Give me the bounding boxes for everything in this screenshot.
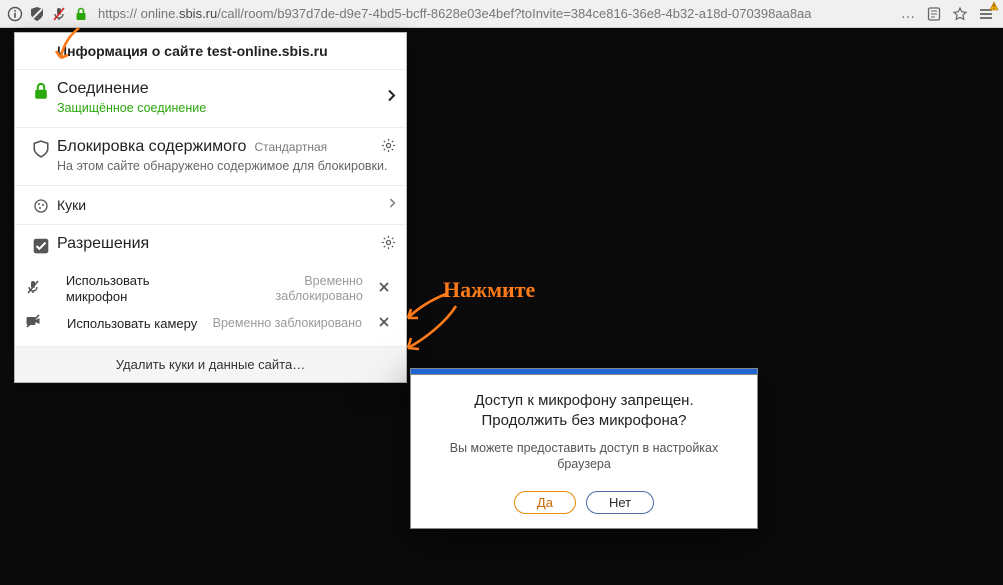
lock-icon[interactable] [70,3,92,25]
chrome-icons-right: … [891,3,1003,25]
permissions-icon [25,235,57,255]
dialog-message: Вы можете предоставить доступ в настройк… [431,440,737,474]
permission-cam-state: Временно заблокировано [213,316,362,331]
gear-icon[interactable] [381,235,396,255]
clear-site-data-button[interactable]: Удалить куки и данные сайта… [15,346,406,382]
permission-cam-name: Использовать камеру [67,316,197,332]
url-path: /call/room/b937d7de-d9e7-4bd5-bcff-8628e… [217,6,811,21]
permission-camera: Использовать камеру Временно заблокирова… [15,309,406,338]
mic-blocked-icon[interactable] [48,3,70,25]
cookies-title: Куки [57,197,394,213]
panel-header-row: Информация о сайте test-online.sbis.ru [15,33,406,69]
permissions-header-row: Разрешения [15,224,406,265]
site-info-panel: Информация о сайте test-online.sbis.ru С… [14,32,407,383]
dialog-yes-button[interactable]: Да [514,491,576,514]
dialog-no-button[interactable]: Нет [586,491,654,514]
content-blocking-desc: На этом сайте обнаружено содержимое для … [57,158,394,175]
url-host: sbis.ru [179,6,217,21]
panel-title: Информация о сайте test-online.sbis.ru [57,43,394,59]
permission-mic-state: Временно заблокировано [219,274,363,304]
arrow-icon [402,288,452,328]
cookies-row[interactable]: Куки [15,185,406,224]
annotation-text: Нажмите [443,277,535,303]
clear-mic-button[interactable] [373,280,396,298]
tracking-shield-icon[interactable] [26,3,48,25]
url-scheme: https:// online. [98,6,179,21]
permission-mic-name: Использовать микрофон [66,273,209,306]
reader-icon[interactable] [923,3,945,25]
permission-microphone: Использовать микрофон Временно заблокиро… [15,269,406,310]
content-blocking-title: Блокировка содержимого [57,138,246,156]
menu-icon[interactable] [975,3,997,25]
confirm-dialog: Доступ к микрофону запрещен. Продолжить … [410,368,758,529]
permissions-list: Использовать микрофон Временно заблокиро… [15,265,406,347]
dialog-title: Доступ к микрофону запрещен. Продолжить … [431,391,737,432]
arrow-icon [402,302,462,358]
connection-row[interactable]: Соединение Защищённое соединение [15,69,406,127]
permissions-title: Разрешения [57,235,394,253]
clear-cam-button[interactable] [372,315,396,333]
chevron-right-icon [386,89,396,108]
chevron-right-icon [388,196,396,214]
url-overflow-icon[interactable]: … [897,3,919,25]
content-blocking-chip: Стандартная [254,140,327,154]
browser-chrome: https:// online.sbis.ru/call/room/b937d7… [0,0,1003,28]
url-bar[interactable]: https:// online.sbis.ru/call/room/b937d7… [92,6,891,21]
bookmark-icon[interactable] [949,3,971,25]
connection-title: Соединение [57,80,394,98]
camera-blocked-icon [25,313,57,334]
shield-icon [25,138,57,158]
spacer [25,43,57,45]
gear-icon[interactable] [381,138,396,158]
content-blocking-row: Блокировка содержимого Стандартная На эт… [15,127,406,185]
site-info-icon[interactable] [4,3,26,25]
cookie-icon [25,196,57,214]
lock-icon [25,80,57,100]
mic-blocked-icon [25,279,56,300]
chrome-icons-left [0,3,92,25]
connection-status: Защищённое соединение [57,100,394,117]
